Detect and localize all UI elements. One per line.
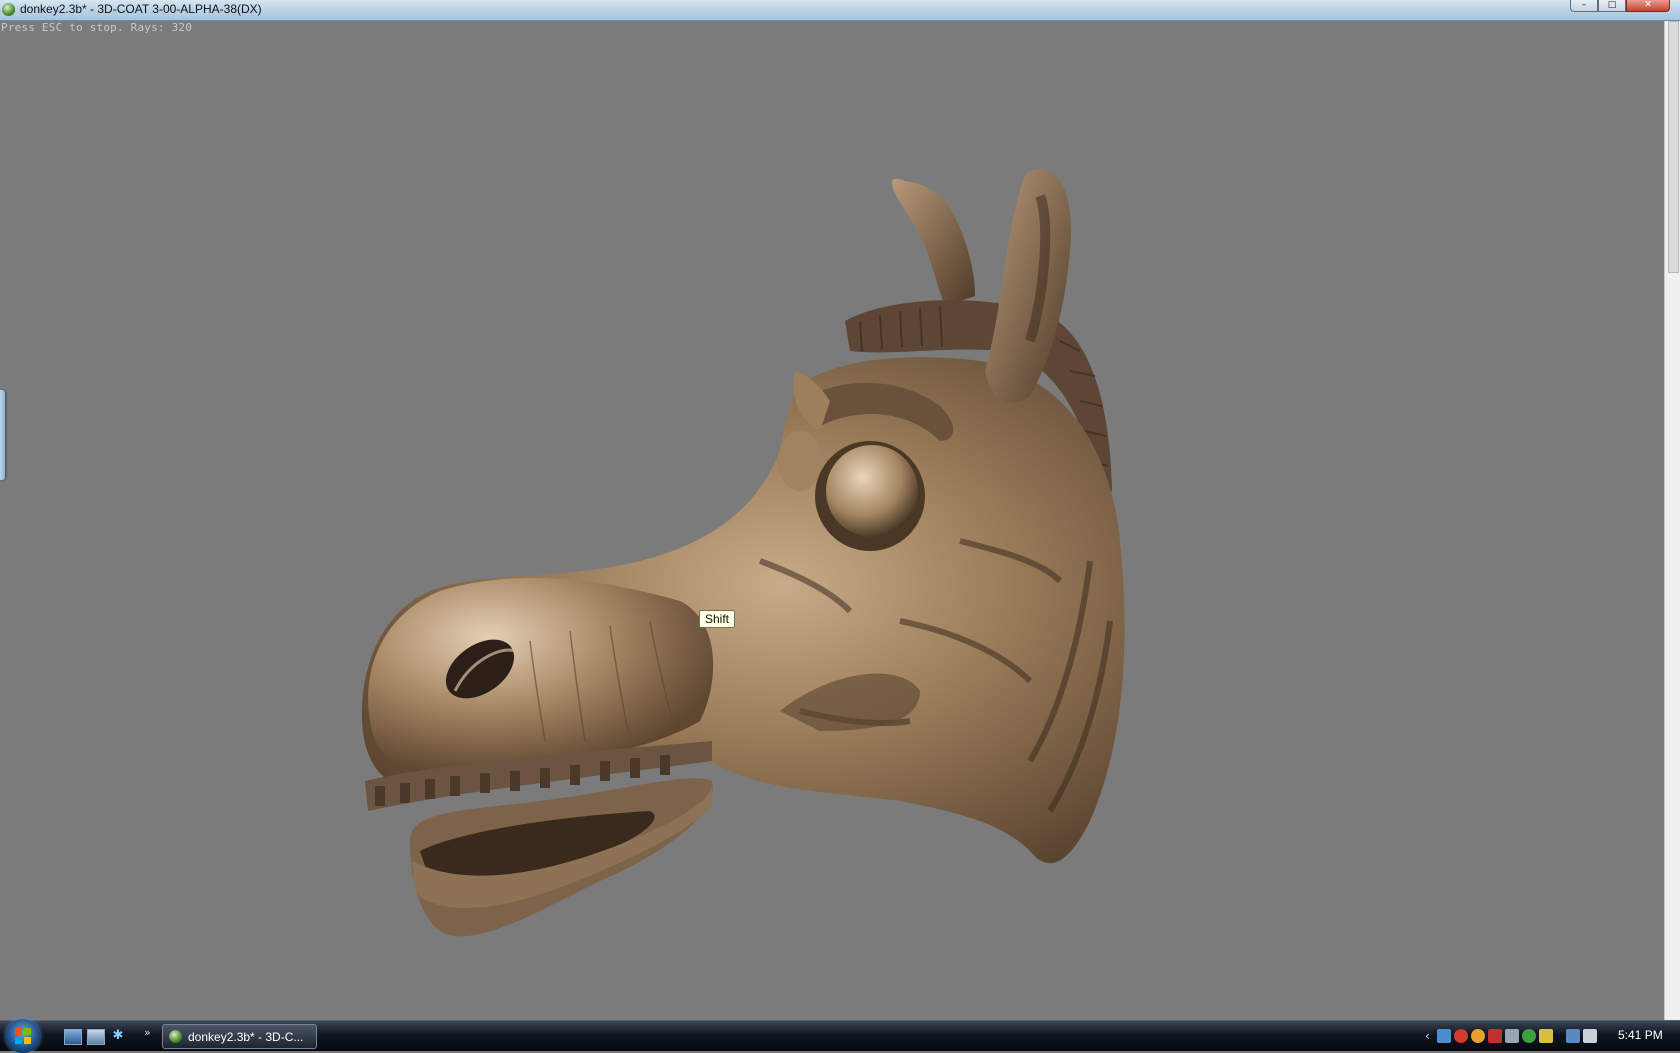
network-icon[interactable] <box>1436 1029 1451 1043</box>
connection-icon[interactable] <box>1565 1029 1580 1043</box>
tray-expand-button[interactable]: ‹ <box>1425 1029 1430 1043</box>
show-desktop-icon[interactable] <box>64 1029 82 1045</box>
display-icon[interactable] <box>1504 1029 1519 1043</box>
maximize-button[interactable]: □ <box>1598 0 1626 12</box>
notification-icon[interactable] <box>1538 1029 1553 1043</box>
volume-icon[interactable] <box>1582 1029 1597 1043</box>
windows-logo-icon <box>15 1028 31 1044</box>
system-tray: ‹ <box>1425 1028 1597 1044</box>
window-title: donkey2.3b* - 3D-COAT 3-00-ALPHA-38(DX) <box>20 2 262 16</box>
close-button[interactable]: ✕ <box>1626 0 1670 12</box>
clock[interactable]: 5:41 PM <box>1618 1028 1663 1042</box>
security-icon[interactable] <box>1453 1029 1468 1043</box>
quicklaunch-more-button[interactable]: » <box>144 1026 151 1039</box>
app-icon[interactable] <box>2 3 15 16</box>
donkey-head-model[interactable] <box>0 21 1664 1020</box>
minimize-button[interactable]: – <box>1570 0 1598 12</box>
taskbar-app-button[interactable]: donkey2.3b* - 3D-C... <box>162 1024 317 1049</box>
scrollbar-thumb[interactable] <box>1668 21 1679 273</box>
switch-windows-icon[interactable] <box>87 1029 105 1045</box>
window-controls: – □ ✕ <box>1570 0 1670 12</box>
shift-tooltip: Shift <box>699 610 736 628</box>
antivirus-icon[interactable] <box>1487 1029 1502 1043</box>
start-button[interactable] <box>6 1019 40 1053</box>
3d-viewport[interactable]: Press ESC to stop. Rays: 320 Shift <box>0 21 1664 1020</box>
back-ear <box>891 178 975 306</box>
right-edge-scrollbar[interactable] <box>1664 21 1680 1020</box>
title-bar: donkey2.3b* - 3D-COAT 3-00-ALPHA-38(DX) … <box>0 0 1680 21</box>
eye <box>826 445 918 537</box>
3dcoat-icon <box>169 1030 182 1043</box>
messenger-icon[interactable] <box>1470 1029 1485 1043</box>
taskbar: ✱ » donkey2.3b* - 3D-C... ‹ 5:41 PM <box>0 1019 1680 1053</box>
app-icon[interactable]: ✱ <box>110 1029 126 1043</box>
taskbar-app-label: donkey2.3b* - 3D-C... <box>188 1029 304 1044</box>
update-icon[interactable] <box>1521 1029 1536 1043</box>
